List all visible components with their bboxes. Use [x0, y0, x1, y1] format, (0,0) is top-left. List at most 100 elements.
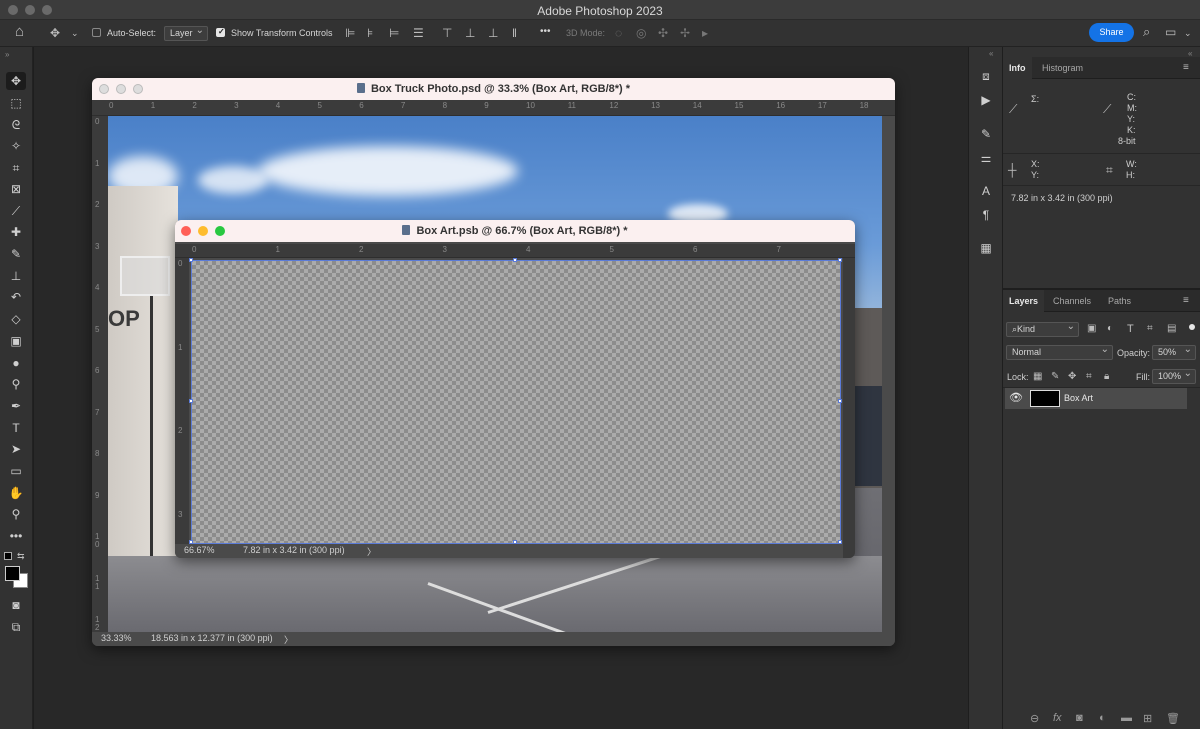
folder-icon[interactable]: ▬ [1121, 712, 1132, 724]
align-center-icon[interactable]: ⊧ [367, 26, 373, 40]
adjustments-panel-icon[interactable]: ⚌ [977, 150, 995, 166]
3d-slide-icon[interactable]: ✢ [680, 26, 690, 40]
filter-type-icon[interactable]: T [1127, 322, 1134, 336]
foreground-color-swatch[interactable] [5, 566, 20, 581]
dodge-tool[interactable]: ⚲ [6, 375, 26, 393]
hand-tool[interactable]: ✋ [6, 484, 26, 502]
home-icon[interactable]: ⌂ [15, 24, 24, 39]
fill-input[interactable]: 100% [1152, 367, 1196, 384]
doc-zoom-button[interactable] [215, 226, 225, 236]
doc-close-button[interactable] [99, 84, 109, 94]
transform-handle[interactable] [838, 399, 842, 403]
crop-tool[interactable]: ⌗ [6, 159, 26, 177]
document-window-box-art[interactable]: Box Art.psb @ 66.7% (Box Art, RGB/8*) * … [175, 220, 855, 558]
kind-filter-dropdown[interactable]: ⌕Kind [1006, 320, 1079, 337]
panel-menu-icon[interactable]: ≡ [1183, 61, 1189, 75]
panel-menu-icon[interactable]: ≡ [1183, 294, 1189, 308]
paragraph-panel-icon[interactable]: ¶ [977, 207, 995, 223]
rectangle-tool[interactable]: ▭ [6, 462, 26, 480]
adjustment-icon[interactable]: ◐ [1099, 712, 1106, 724]
tab-histogram[interactable]: Histogram [1036, 57, 1089, 79]
history-panel-icon[interactable]: ⧈ [977, 68, 995, 84]
share-button[interactable]: Share [1089, 23, 1134, 42]
chevron-down-icon[interactable]: ⌄ [71, 26, 79, 40]
layer-name[interactable]: Box Art [1064, 393, 1093, 404]
status-chevron-icon[interactable]: 〉 [284, 633, 293, 646]
collapse-strip-icon[interactable]: « [989, 47, 993, 61]
frame-tool[interactable]: ⊠ [6, 180, 26, 198]
more-options-icon[interactable]: ••• [540, 25, 551, 39]
collapse-toolbar-icon[interactable]: » [5, 48, 9, 62]
doc-minimize-button[interactable] [116, 84, 126, 94]
default-colors-icon[interactable] [4, 552, 12, 560]
path-selection-tool[interactable]: ➤ [6, 440, 26, 458]
type-tool[interactable]: T [6, 419, 26, 437]
workspace-chevron-icon[interactable]: ⌄ [1184, 26, 1192, 40]
lock-artboard-icon[interactable]: ⌗ [1086, 370, 1092, 384]
healing-brush-tool[interactable]: ✚ [6, 223, 26, 241]
layer-thumbnail[interactable] [1030, 390, 1060, 407]
zoom-level[interactable]: 66.67% [184, 545, 215, 555]
3d-scale-icon[interactable]: ▸ [702, 26, 708, 40]
transform-handle[interactable] [189, 258, 193, 262]
vertical-scrollbar[interactable] [843, 258, 855, 558]
align-middle-icon[interactable]: ⊥ [465, 26, 475, 40]
tab-paths[interactable]: Paths [1102, 290, 1137, 312]
horizontal-ruler[interactable]: 0 1 2 3 4 5 6 7 [175, 244, 855, 258]
opacity-input[interactable]: 50% [1152, 343, 1196, 360]
transparent-canvas[interactable] [191, 260, 841, 544]
eye-icon[interactable]: 👁︎ [1009, 391, 1023, 405]
fx-icon[interactable]: fx [1053, 712, 1062, 724]
actions-panel-icon[interactable]: ▶ [977, 92, 995, 108]
3d-orbit-icon[interactable]: ◌ [615, 26, 622, 40]
brushes-panel-icon[interactable]: ✎ [977, 126, 995, 142]
character-panel-icon[interactable]: A [977, 183, 995, 199]
doc-minimize-button[interactable] [198, 226, 208, 236]
status-chevron-icon[interactable]: 〉 [367, 545, 376, 558]
magic-wand-tool[interactable]: ✧ [6, 137, 26, 155]
mask-icon[interactable]: ◙ [1076, 712, 1083, 724]
horizontal-ruler[interactable]: 0 1 2 3 4 5 6 7 8 9 10 11 12 13 14 15 16 17 18 [92, 100, 895, 116]
align-bottom-icon[interactable]: ⊥ [488, 26, 498, 40]
show-transform-checkbox[interactable] [216, 27, 225, 37]
filter-smart-object-icon[interactable]: ▤ [1167, 322, 1176, 336]
layer-row[interactable]: 👁︎ Box Art [1005, 388, 1187, 409]
search-icon[interactable]: ⌕ [1143, 25, 1150, 39]
align-left-icon[interactable]: ⊫ [345, 26, 355, 40]
new-layer-icon[interactable]: ⊞ [1143, 712, 1152, 725]
align-right-icon[interactable]: ⊨ [389, 26, 399, 40]
marquee-tool[interactable]: ⬚ [6, 94, 26, 112]
tab-info[interactable]: Info [1003, 57, 1032, 79]
lasso-tool[interactable]: ᘓ [6, 116, 26, 134]
filter-pixel-icon[interactable]: ▣ [1087, 322, 1096, 336]
document-title-bar[interactable]: Box Art.psb @ 66.7% (Box Art, RGB/8*) * [175, 220, 855, 242]
lock-all-icon[interactable]: 🔒︎ [1104, 370, 1109, 384]
auto-select-checkbox[interactable] [92, 28, 101, 37]
blend-mode-dropdown[interactable]: Normal [1006, 343, 1113, 360]
blur-tool[interactable]: ● [6, 354, 26, 372]
history-brush-tool[interactable]: ↶ [6, 288, 26, 306]
workspace-icon[interactable]: ▭ [1165, 25, 1176, 39]
pen-tool[interactable]: ✒ [6, 397, 26, 415]
distribute-icon[interactable]: ☰ [413, 26, 424, 40]
trash-icon[interactable]: 🗑︎ [1166, 712, 1180, 725]
filter-adjustment-icon[interactable]: ◐ [1107, 322, 1113, 336]
3d-pan-icon[interactable]: ✣ [658, 26, 668, 40]
link-icon[interactable]: ⊖ [1030, 712, 1039, 725]
gradient-tool[interactable]: ▣ [6, 332, 26, 350]
eraser-tool[interactable]: ◇ [6, 310, 26, 328]
move-tool-icon[interactable]: ✥ [50, 26, 60, 40]
table-panel-icon[interactable]: ▦ [977, 240, 995, 256]
doc-zoom-button[interactable] [133, 84, 143, 94]
filter-toggle-icon[interactable] [1189, 324, 1195, 330]
distribute-vertical-icon[interactable]: ‖ [512, 26, 517, 40]
move-tool[interactable]: ✥ [6, 72, 26, 90]
doc-close-button[interactable] [181, 226, 191, 236]
filter-shape-icon[interactable]: ⌗ [1147, 322, 1153, 336]
align-top-icon[interactable]: ⊤ [442, 26, 452, 40]
zoom-level[interactable]: 33.33% [101, 633, 132, 643]
brush-tool[interactable]: ✎ [6, 245, 26, 263]
document-title-bar[interactable]: Box Truck Photo.psd @ 33.3% (Box Art, RG… [92, 78, 895, 100]
lock-transparent-icon[interactable]: ▦ [1033, 370, 1042, 384]
tab-layers[interactable]: Layers [1003, 290, 1045, 312]
